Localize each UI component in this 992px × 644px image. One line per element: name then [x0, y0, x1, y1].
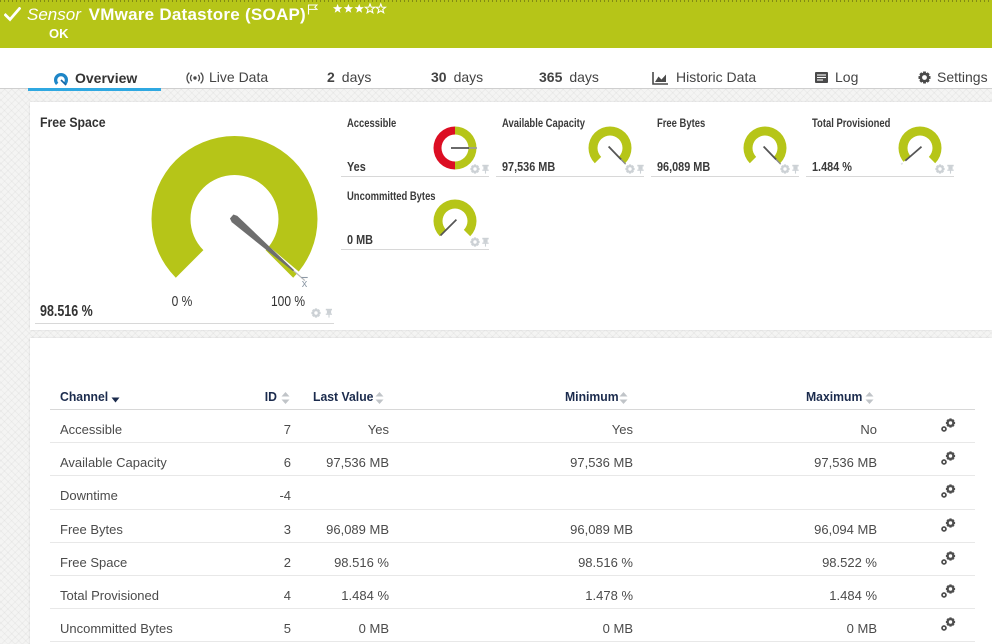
svg-text:x: x: [302, 278, 308, 290]
